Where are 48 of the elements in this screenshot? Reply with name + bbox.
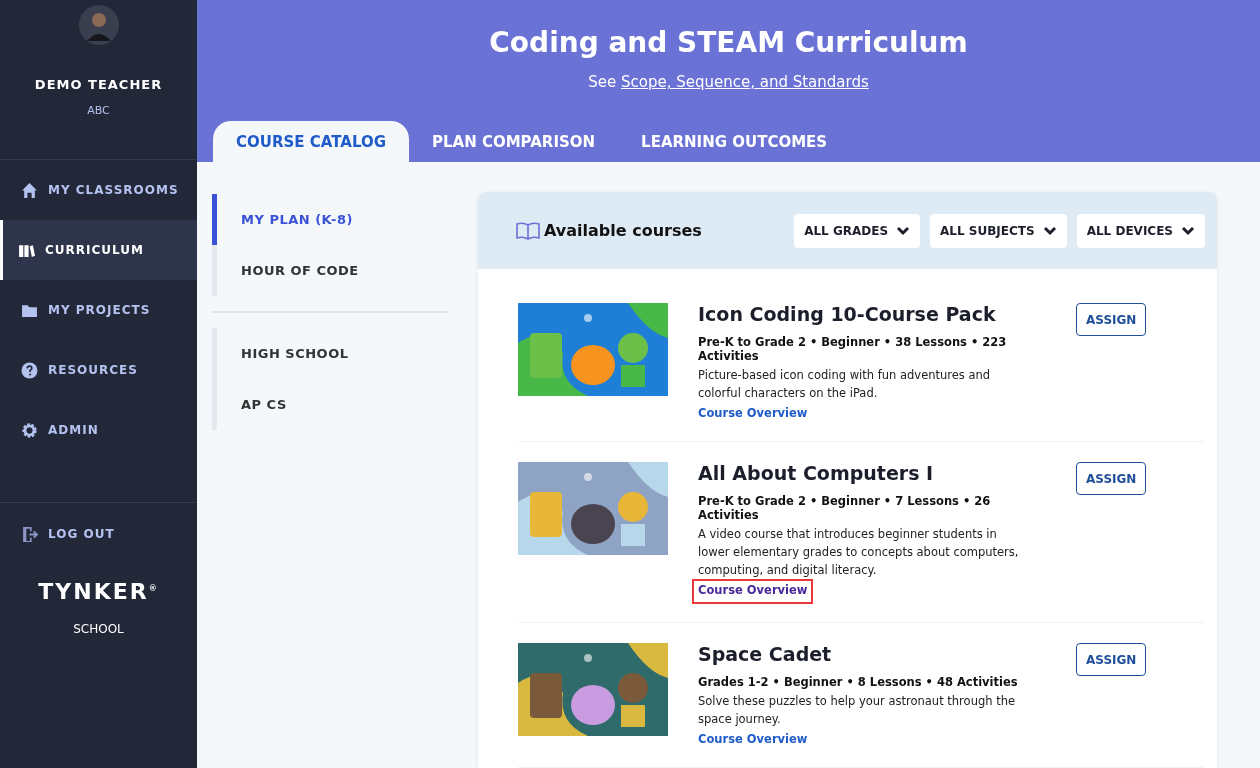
tab[interactable]: LEARNING OUTCOMES: [618, 121, 851, 162]
assign-button[interactable]: ASSIGN: [1076, 303, 1147, 336]
tab[interactable]: COURSE CATALOG: [213, 121, 409, 162]
plan-item[interactable]: HOUR OF CODE: [212, 245, 448, 296]
nav-item[interactable]: RESOURCES: [0, 340, 197, 400]
chevron-down-icon: [1181, 225, 1195, 236]
logo: TYNKER$^{®}$: [37, 579, 160, 604]
logout-link[interactable]: LOG OUT: [0, 503, 197, 565]
user-organization: ABC: [86, 104, 111, 117]
course-meta: Pre-K to Grade 2 • Beginner • 7 Lessons • 26 Activities: [698, 494, 992, 522]
nav-item[interactable]: CURRICULUM: [0, 220, 197, 280]
plan-item[interactable]: HIGH SCHOOL: [212, 328, 448, 379]
avatar: [78, 5, 119, 45]
course-overview-link[interactable]: Course Overview: [692, 729, 814, 749]
filter-dropdown[interactable]: ALL DEVICES: [1076, 213, 1205, 248]
assign-button[interactable]: ASSIGN: [1076, 462, 1147, 495]
course-description: A video course that introduces beginner students in lower elementary grades to concepts about computers, computing, and digital literacy.: [698, 526, 1020, 579]
course-overview-link[interactable]: Course Overview: [692, 579, 814, 604]
course-meta: Pre-K to Grade 2 • Beginner • 38 Lessons • 223 Activities: [698, 335, 1008, 363]
chevron-down-icon: [896, 225, 911, 236]
home-icon: [21, 181, 38, 199]
assign-button[interactable]: ASSIGN: [1076, 643, 1147, 676]
book-icon: [516, 221, 540, 240]
course-description: Picture-based icon coding with fun adventures and colorful characters on the iPad.: [698, 367, 992, 402]
chevron-down-icon: [1042, 225, 1057, 236]
filter-dropdown[interactable]: ALL GRADES: [794, 213, 921, 248]
tab[interactable]: PLAN COMPARISON: [409, 121, 619, 162]
section-title: Available courses: [544, 221, 702, 240]
course-title: Icon Coding 10-Course Pack: [698, 303, 997, 325]
user-name: DEMO TEACHER: [33, 77, 164, 92]
page-title: Coding and STEAM Curriculum: [488, 26, 969, 59]
nav-item[interactable]: ADMIN: [0, 400, 197, 460]
logo-subtitle: SCHOOL: [72, 622, 125, 636]
help-icon: [21, 361, 38, 379]
standards-link[interactable]: Scope, Sequence, and Standards: [620, 73, 869, 91]
plan-item[interactable]: MY PLAN (K-8): [212, 194, 448, 245]
subtitle-text: See: [588, 73, 617, 91]
logout-icon: [21, 525, 38, 543]
course-overview-link[interactable]: Course Overview: [692, 403, 814, 423]
nav-item[interactable]: MY PROJECTS: [0, 280, 197, 340]
course-description: Solve these puzzles to help your astronaut through the space journey.: [698, 693, 1017, 728]
settings-icon: [21, 421, 38, 439]
course-title: All About Computers I: [698, 462, 935, 484]
filter-dropdown[interactable]: ALL SUBJECTS: [930, 213, 1067, 248]
nav-item[interactable]: MY CLASSROOMS: [0, 160, 197, 220]
course-meta: Grades 1-2 • Beginner • 8 Lessons • 48 Activities: [698, 675, 1019, 689]
course-title: Space Cadet: [698, 643, 833, 665]
plan-item[interactable]: AP CS: [212, 379, 448, 430]
